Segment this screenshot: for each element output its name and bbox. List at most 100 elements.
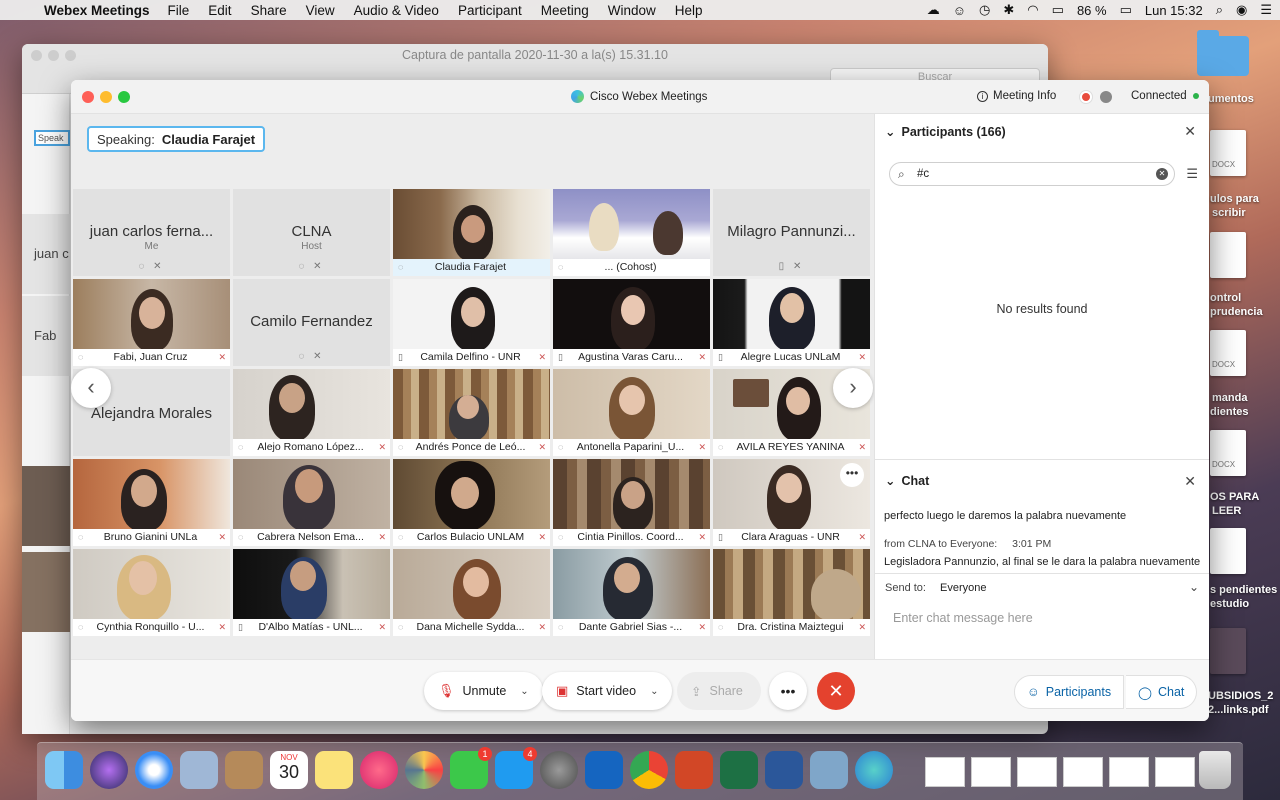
airplay-icon[interactable]: ▭ — [1052, 2, 1064, 18]
settings-icon[interactable] — [1100, 91, 1112, 103]
participant-tile[interactable]: ••• ▯ Clara Araguas - UNR ✕ — [713, 459, 870, 546]
recording-icon[interactable] — [1080, 91, 1092, 103]
menu-window[interactable]: Window — [608, 3, 656, 18]
bluetooth-icon[interactable]: ✱ — [1003, 2, 1014, 18]
participant-tile-active[interactable]: ◌ Claudia Farajet — [393, 189, 550, 276]
trash-icon[interactable] — [1199, 751, 1231, 789]
docx-file-icon[interactable]: DOCX — [1210, 130, 1246, 176]
dock-document-thumbnail[interactable] — [971, 757, 1011, 787]
more-options-button[interactable]: ••• — [769, 672, 807, 710]
participant-tile[interactable]: Camilo Fernandez ◌ ✕ — [233, 279, 390, 366]
app-store-icon[interactable]: 4 — [495, 747, 537, 789]
mail-stamp-icon[interactable] — [180, 751, 218, 789]
powerpoint-icon[interactable] — [675, 751, 713, 789]
chat-message-input[interactable]: Enter chat message here — [893, 611, 1033, 625]
desktop-label-3a[interactable]: manda — [1212, 391, 1247, 405]
participant-tile[interactable]: ▯ D'Albo Matías - UNL... ✕ — [233, 549, 390, 636]
participant-tile[interactable]: ▯ Agustina Varas Caru... ✕ — [553, 279, 710, 366]
participant-tile[interactable]: ◌ Cabrera Nelson Ema... ✕ — [233, 459, 390, 546]
excel-icon[interactable] — [720, 751, 758, 789]
facetime-icon[interactable]: 1 — [450, 747, 492, 789]
photos-icon[interactable] — [405, 751, 443, 789]
participants-toggle-button[interactable]: ☺ Participants — [1014, 675, 1125, 709]
calendar-icon[interactable]: NOV 30 — [270, 751, 308, 789]
siri-icon[interactable] — [90, 751, 128, 789]
participant-tile[interactable]: juan carlos ferna... Me ◌ ✕ — [73, 189, 230, 276]
participant-tile[interactable]: ◌ Cynthia Ronquillo - U... ✕ — [73, 549, 230, 636]
participant-tile[interactable]: ◌ Bruno Gianini UNLa ✕ — [73, 459, 230, 546]
participant-tile[interactable]: ◌ Carlos Bulacio UNLAM ✕ — [393, 459, 550, 546]
spotlight-search-icon[interactable]: ⌕ — [1216, 2, 1223, 18]
participant-tile[interactable]: ◌ Dra. Cristina Maiztegui ✕ — [713, 549, 870, 636]
bg-thumbnail[interactable]: Speak — [34, 130, 70, 146]
chat-toggle-button[interactable]: ◯ Chat — [1126, 675, 1198, 709]
menu-edit[interactable]: Edit — [208, 3, 231, 18]
participant-tile[interactable]: ◌ Cintia Pinillos. Coord... ✕ — [553, 459, 710, 546]
chevron-down-icon[interactable]: ⌄ — [1189, 580, 1199, 594]
menu-meeting[interactable]: Meeting — [541, 3, 589, 18]
desktop-label-6a[interactable]: UBSIDIOS_2 — [1208, 689, 1273, 703]
participant-tile[interactable]: CLNA Host ◌ ✕ — [233, 189, 390, 276]
participant-tile[interactable]: ◌ Dana Michelle Sydda... ✕ — [393, 549, 550, 636]
meeting-info-button[interactable]: i Meeting Info — [977, 90, 1056, 102]
notification-center-icon[interactable]: ☰ — [1260, 2, 1272, 18]
desktop-label-2b[interactable]: prudencia — [1210, 305, 1263, 319]
participant-tile[interactable]: ◌ Antonella Paparini_U... ✕ — [553, 369, 710, 456]
notes-icon[interactable] — [315, 751, 353, 789]
unmute-button[interactable]: 🎙 Unmute ⌄ — [424, 672, 543, 710]
participant-tile[interactable]: Milagro Pannunzi... ▯ ✕ — [713, 189, 870, 276]
dock-document-thumbnail[interactable] — [925, 757, 965, 787]
outlook-icon[interactable] — [585, 751, 623, 789]
siri-icon[interactable]: ◉ — [1236, 2, 1247, 18]
preview-icon[interactable] — [810, 751, 848, 789]
dock-document-thumbnail[interactable] — [1155, 757, 1195, 787]
clock-icon[interactable]: ◷ — [979, 2, 990, 18]
participants-search-input[interactable]: ⌕ #c ✕ — [889, 162, 1175, 186]
chat-header[interactable]: ⌄ Chat — [885, 473, 929, 489]
system-preferences-icon[interactable] — [540, 751, 578, 789]
send-to-select[interactable]: Everyone — [940, 582, 986, 594]
clock[interactable]: Lun 15:32 — [1145, 3, 1203, 18]
sort-icon[interactable]: ☰ — [1186, 166, 1198, 182]
creative-cloud-icon[interactable]: ☁ — [927, 2, 940, 18]
more-options-icon[interactable]: ••• — [840, 463, 864, 487]
menu-help[interactable]: Help — [675, 3, 703, 18]
desktop-label-4a[interactable]: OS PARA — [1210, 490, 1259, 504]
menu-share[interactable]: Share — [251, 3, 287, 18]
participant-tile[interactable]: ◌ Alejo Romano López... ✕ — [233, 369, 390, 456]
docx-file-icon[interactable]: DOCX — [1210, 430, 1246, 476]
chrome-icon[interactable] — [630, 751, 668, 789]
desktop-label-5a[interactable]: s pendientes — [1210, 583, 1277, 597]
desktop-label-6b[interactable]: 2...links.pdf — [1208, 703, 1269, 717]
battery-percent[interactable]: 86 % — [1077, 3, 1107, 18]
menu-app-name[interactable]: Webex Meetings — [44, 3, 150, 18]
minimize-button[interactable] — [100, 91, 112, 103]
desktop-label-documentos[interactable]: umentos — [1208, 92, 1254, 106]
close-chat-icon[interactable]: ✕ — [1184, 473, 1196, 490]
desktop-label-5b[interactable]: estudio — [1210, 597, 1249, 611]
desktop-label-2a[interactable]: ontrol — [1210, 291, 1241, 305]
word-file-icon[interactable] — [1210, 528, 1246, 574]
close-participants-icon[interactable]: ✕ — [1184, 123, 1196, 140]
dock-document-thumbnail[interactable] — [1017, 757, 1057, 787]
clear-search-icon[interactable]: ✕ — [1156, 168, 1168, 180]
desktop-label-1b[interactable]: scribir — [1212, 206, 1246, 220]
docx-file-icon[interactable]: DOCX — [1210, 330, 1246, 376]
desktop-label-4b[interactable]: LEER — [1212, 504, 1241, 518]
music-icon[interactable] — [360, 751, 398, 789]
leave-meeting-button[interactable]: ✕ — [817, 672, 855, 710]
contacts-icon[interactable] — [225, 751, 263, 789]
participants-header[interactable]: ⌄ Participants (166) — [885, 124, 1006, 140]
participant-tile[interactable]: ◌ Andrés Ponce de Leó... ✕ — [393, 369, 550, 456]
pdf-file-icon[interactable] — [1210, 628, 1246, 674]
menu-file[interactable]: File — [168, 3, 190, 18]
chevron-down-icon[interactable]: ⌄ — [650, 686, 658, 697]
dock-document-thumbnail[interactable] — [1109, 757, 1149, 787]
participant-tile[interactable]: ▯ Alegre Lucas UNLaM ✕ — [713, 279, 870, 366]
menu-participant[interactable]: Participant — [458, 3, 522, 18]
safari-icon[interactable] — [135, 751, 173, 789]
next-page-button[interactable]: › — [833, 368, 873, 408]
finder-icon[interactable] — [45, 751, 83, 789]
menu-view[interactable]: View — [306, 3, 335, 18]
wifi-icon[interactable]: ◠ — [1027, 2, 1038, 18]
